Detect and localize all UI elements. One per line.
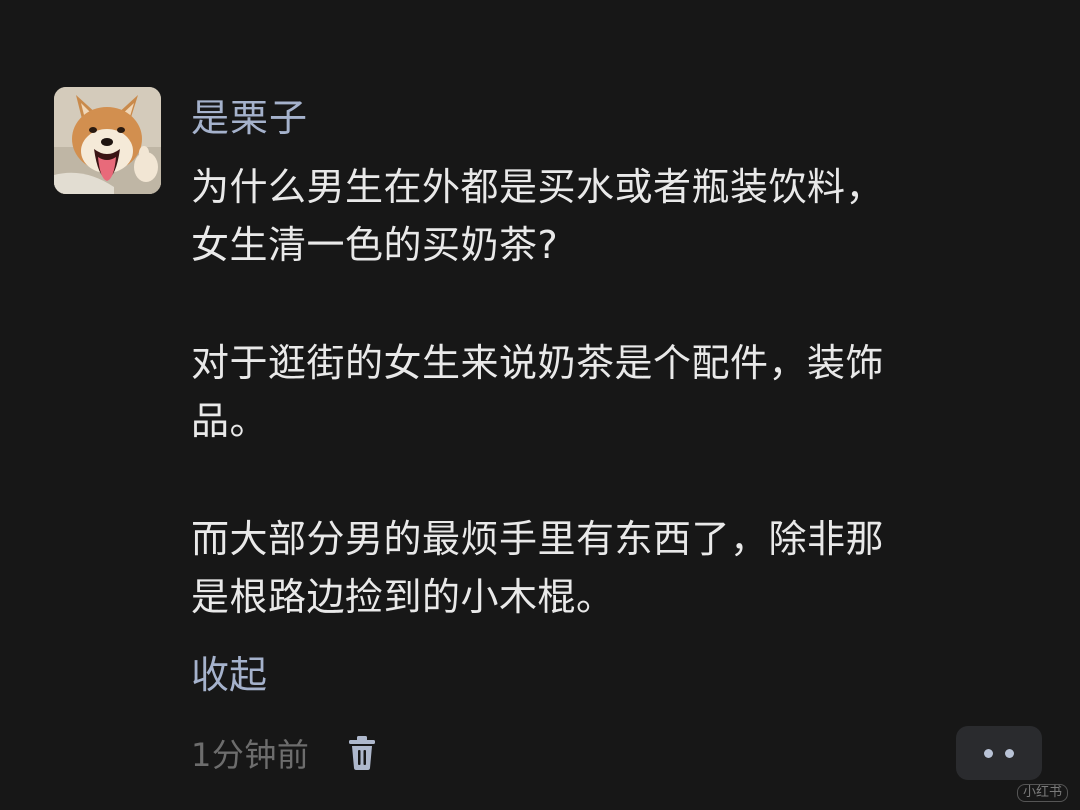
more-options-button[interactable] (956, 726, 1042, 780)
comment-paragraph: 而大部分男的最烦手里有东西了，除非那 是根路边捡到的小木棍。 (191, 510, 1031, 626)
collapse-button[interactable]: 收起 (191, 647, 267, 703)
comment-paragraph: 为什么男生在外都是买水或者瓶装饮料， 女生清一色的买奶茶? (191, 158, 1031, 274)
comment-line: 品。 (191, 399, 269, 443)
trash-icon[interactable] (345, 733, 379, 773)
comment-meta-row: 1分钟前 (191, 727, 379, 779)
watermark: 小红书 (1016, 784, 1068, 802)
timestamp: 1分钟前 (191, 736, 310, 774)
shiba-dog-avatar-image (54, 87, 161, 194)
username[interactable]: 是栗子 (191, 92, 308, 144)
comment-line: 女生清一色的买奶茶? (191, 223, 559, 267)
comment-line: 为什么男生在外都是买水或者瓶装饮料， (191, 165, 885, 209)
more-dots-icon (984, 748, 993, 758)
comment-line: 对于逛街的女生来说奶茶是个配件，装饰 (191, 341, 885, 385)
comment-line: 而大部分男的最烦手里有东西了，除非那 (191, 517, 885, 561)
comment-body: 为什么男生在外都是买水或者瓶装饮料， 女生清一色的买奶茶? 对于逛街的女生来说奶… (191, 158, 1031, 626)
comment-line: 是根路边捡到的小木棍。 (191, 575, 615, 619)
comment-card: 是栗子 为什么男生在外都是买水或者瓶装饮料， 女生清一色的买奶茶? 对于逛街的女… (0, 0, 1080, 810)
avatar[interactable] (54, 87, 161, 194)
more-dots-icon (1005, 748, 1014, 758)
comment-paragraph: 对于逛街的女生来说奶茶是个配件，装饰 品。 (191, 334, 1031, 450)
